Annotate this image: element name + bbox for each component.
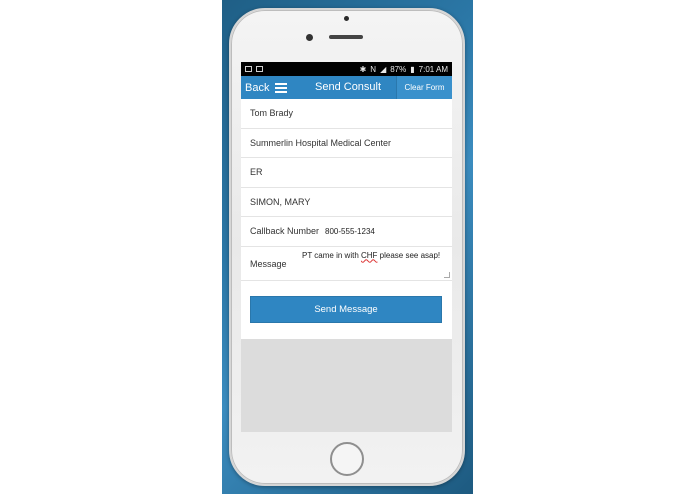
screenshot-notification-icon <box>256 66 263 72</box>
physician-value: Tom Brady <box>250 108 294 119</box>
unit-field[interactable]: ER <box>241 158 452 188</box>
physician-field[interactable]: Tom Brady <box>241 99 452 129</box>
home-button[interactable] <box>330 442 364 476</box>
message-misspelled-word: CHF <box>360 250 378 260</box>
message-field: Message PT came in with CHF please see a… <box>241 247 452 281</box>
send-message-button[interactable]: Send Message <box>250 295 442 323</box>
bluetooth-icon: ✱ <box>359 64 367 74</box>
hospital-field[interactable]: Summerlin Hospital Medical Center <box>241 129 452 158</box>
clear-form-button[interactable]: Clear Form <box>396 76 452 99</box>
signal-icon: ◢ <box>380 64 387 74</box>
callback-field[interactable]: Callback Number 800-555-1234 <box>241 217 452 247</box>
front-camera <box>306 34 313 41</box>
patient-field[interactable]: SIMON, MARY <box>241 188 452 217</box>
battery-percent: 87% <box>390 64 407 74</box>
message-text-start: PT came in with <box>302 250 361 260</box>
textarea-resize-handle[interactable] <box>444 271 450 278</box>
page-title: Send Consult <box>315 81 382 93</box>
earpiece-speaker <box>329 35 363 39</box>
hospital-value: Summerlin Hospital Medical Center <box>250 137 392 148</box>
back-button[interactable]: Back <box>241 81 288 94</box>
battery-icon: ▮ <box>410 64 415 74</box>
phone-screen: ✱ N ◢ 87% ▮ 7:01 AM Back Send Consult Cl… <box>241 62 452 432</box>
app-header: Back Send Consult Clear Form <box>241 76 452 99</box>
callback-input[interactable]: 800-555-1234 <box>325 227 375 236</box>
patient-value: SIMON, MARY <box>250 196 311 207</box>
callback-label: Callback Number <box>250 226 320 237</box>
back-label: Back <box>245 81 270 94</box>
menu-icon[interactable] <box>275 83 288 93</box>
message-label: Message <box>250 258 287 269</box>
message-text-end: please see asap! <box>377 250 441 260</box>
send-section: Send Message <box>241 280 452 339</box>
empty-content-area <box>241 338 452 432</box>
message-textarea[interactable]: PT came in with CHF please see asap! <box>302 251 442 261</box>
image-notification-icon <box>245 66 252 72</box>
status-bar: ✱ N ◢ 87% ▮ 7:01 AM <box>241 62 452 76</box>
unit-value: ER <box>250 167 263 178</box>
nfc-icon: N <box>370 64 377 74</box>
sensor-dot <box>344 16 349 21</box>
clock: 7:01 AM <box>418 64 448 74</box>
